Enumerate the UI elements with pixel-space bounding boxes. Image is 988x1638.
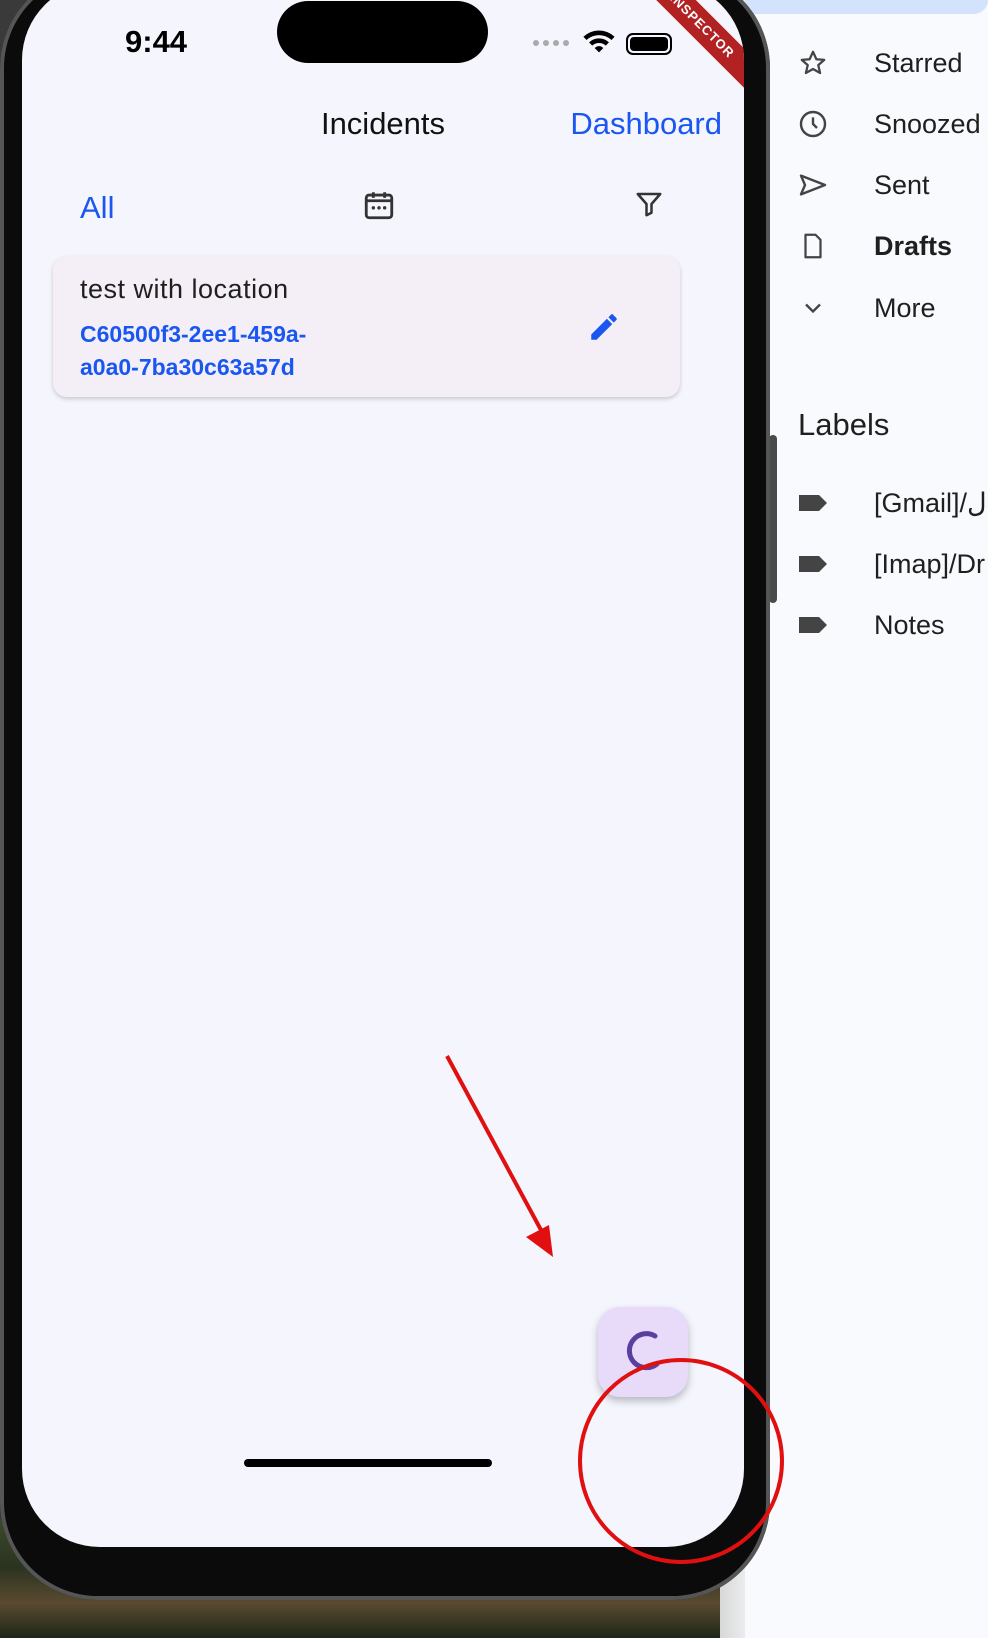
annotation-circle (578, 1358, 784, 1564)
annotation-overlay (445, 1055, 784, 1564)
annotation-arrow-line (445, 1055, 543, 1231)
